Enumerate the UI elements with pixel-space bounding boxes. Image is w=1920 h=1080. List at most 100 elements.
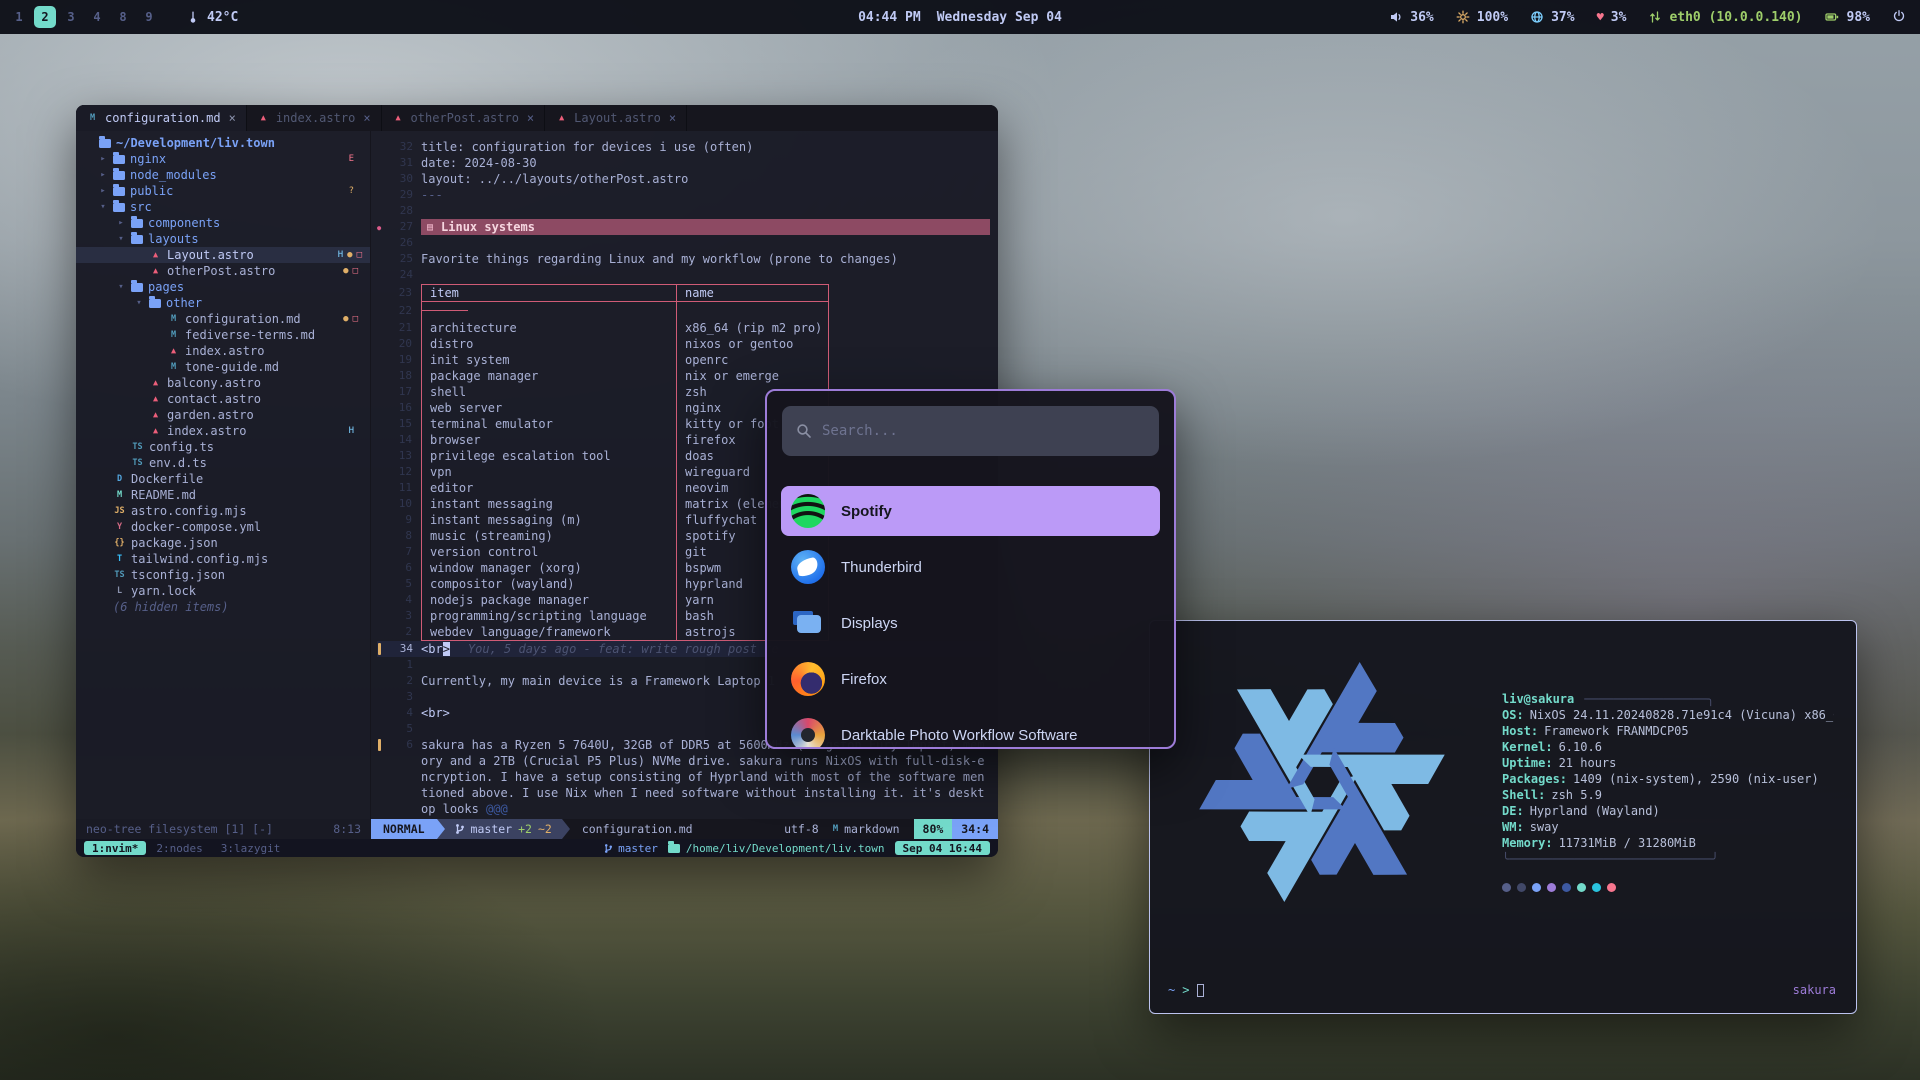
launcher-item[interactable]: Spotify — [781, 486, 1160, 536]
close-icon[interactable]: × — [669, 111, 676, 125]
editor-line[interactable]: 32 title: configuration for devices i us… — [377, 139, 990, 155]
color-dot — [1547, 883, 1556, 892]
launcher-item[interactable]: Firefox — [781, 654, 1160, 704]
tmux-window[interactable]: 3:lazygit — [213, 841, 289, 855]
buffer-tab[interactable]: ▲ Layout.astro × — [545, 105, 687, 131]
app-icon — [791, 606, 825, 640]
buffer-tab[interactable]: ▲ otherPost.astro × — [382, 105, 546, 131]
git-branch-icon — [455, 823, 465, 835]
tree-item[interactable]: ▾ layouts — [76, 231, 370, 247]
file-icon — [113, 155, 125, 164]
table-cell-item: architecture — [422, 320, 676, 336]
git-changed-count: ~2 — [538, 822, 552, 836]
tree-item[interactable]: TS env.d.ts — [76, 455, 370, 471]
table-cell-item: compositor (wayland) — [422, 576, 676, 592]
tree-item[interactable]: M README.md — [76, 487, 370, 503]
tree-item[interactable]: L yarn.lock — [76, 583, 370, 599]
editor-line[interactable]: 26 — [377, 235, 990, 251]
tree-item[interactable]: M tone-guide.md — [76, 359, 370, 375]
tree-item[interactable]: TS tsconfig.json — [76, 567, 370, 583]
editor-line[interactable]: 31 date: 2024-08-30 — [377, 155, 990, 171]
table-cell-item: distro — [422, 336, 676, 352]
launcher-item[interactable]: Displays — [781, 598, 1160, 648]
workspace-button[interactable]: 1 — [8, 6, 30, 28]
close-icon[interactable]: × — [363, 111, 370, 125]
workspace-button[interactable]: 3 — [60, 6, 82, 28]
volume-module[interactable]: 36% — [1389, 10, 1433, 25]
filetype-icon: M — [86, 110, 99, 126]
power-button[interactable] — [1892, 6, 1906, 28]
markdown-heading[interactable]: 27 Linux systems — [377, 219, 990, 235]
close-icon[interactable]: × — [229, 111, 236, 125]
table-row: 18 package manager nix or emerge — [422, 368, 828, 384]
tmux-window[interactable]: 2:nodes — [148, 841, 210, 855]
network-module[interactable]: eth0 (10.0.0.140) — [1648, 10, 1802, 25]
shell-prompt[interactable]: ~ > sakura — [1168, 983, 1836, 997]
tree-item[interactable]: ▸ components — [76, 215, 370, 231]
tmux-window[interactable]: 1:nvim* — [84, 841, 146, 855]
chevron-icon: ▸ — [98, 154, 108, 164]
tree-item-label: public — [130, 184, 173, 198]
tree-item[interactable]: ▸ nginx E — [76, 151, 370, 167]
table-cell-item: browser — [422, 432, 676, 448]
table-cell-item: window manager (xorg) — [422, 560, 676, 576]
heading-icon — [427, 218, 433, 236]
editor-paragraph[interactable]: 6 sakura has a Ryzen 5 7640U, 32GB of DD… — [377, 737, 990, 817]
buffer-tab[interactable]: M configuration.md × — [76, 105, 247, 131]
file-icon: JS — [113, 503, 126, 519]
tree-item[interactable]: ▲ balcony.astro — [76, 375, 370, 391]
tree-item[interactable]: ▲ garden.astro — [76, 407, 370, 423]
editor-line[interactable]: 25 Favorite things regarding Linux and m… — [377, 251, 990, 267]
workspace-button[interactable]: 2 — [34, 6, 56, 28]
tree-item[interactable]: M configuration.md ● □ — [76, 311, 370, 327]
tree-item[interactable]: ▲ index.astro — [76, 343, 370, 359]
workspace-button[interactable]: 8 — [112, 6, 134, 28]
launcher-item[interactable]: Darktable Photo Workflow Software — [781, 710, 1160, 749]
fetch-info-line: DE:Hyprland (Wayland) — [1502, 803, 1834, 819]
file-icon: ▲ — [167, 343, 180, 359]
tree-item[interactable]: ▾ pages — [76, 279, 370, 295]
file-icon — [113, 187, 125, 196]
tree-item[interactable]: ▸ node_modules — [76, 167, 370, 183]
tree-item[interactable]: {} package.json — [76, 535, 370, 551]
workspace-button[interactable]: 9 — [138, 6, 160, 28]
tree-item[interactable]: M fediverse-terms.md — [76, 327, 370, 343]
launcher-item[interactable]: Thunderbird — [781, 542, 1160, 592]
tree-item-label: contact.astro — [167, 392, 261, 406]
tree-item[interactable]: ▸ public ? — [76, 183, 370, 199]
table-cell-item: nodejs package manager — [422, 592, 676, 608]
tree-item[interactable]: ▾ other — [76, 295, 370, 311]
tree-item[interactable]: JS astro.config.mjs — [76, 503, 370, 519]
tree-item[interactable]: TS config.ts — [76, 439, 370, 455]
buffer-tab-label: configuration.md — [105, 111, 221, 125]
color-dot — [1502, 883, 1511, 892]
editor-line[interactable]: 30 layout: ../../layouts/otherPost.astro — [377, 171, 990, 187]
search-input[interactable] — [822, 423, 1145, 439]
buffer-tab[interactable]: ▲ index.astro × — [247, 105, 382, 131]
color-dot — [1532, 883, 1541, 892]
table-header-row: 23 item name — [422, 285, 828, 302]
thermometer-icon — [186, 10, 200, 24]
table-cell-item: privilege escalation tool — [422, 448, 676, 464]
close-icon[interactable]: × — [527, 111, 534, 125]
tree-item[interactable]: ▲ index.astro H — [76, 423, 370, 439]
editor-line[interactable]: 29 --- — [377, 187, 990, 203]
tree-item[interactable]: ▲ contact.astro — [76, 391, 370, 407]
table-col-item: item — [422, 285, 676, 301]
git-added-count: +2 — [518, 822, 532, 836]
editor-line[interactable]: 24 — [377, 267, 990, 283]
temperature-value: 42°C — [207, 10, 238, 25]
tree-item[interactable]: ▲ otherPost.astro ● □ — [76, 263, 370, 279]
workspace-button[interactable]: 4 — [86, 6, 108, 28]
tree-item-label: nginx — [130, 152, 166, 166]
tree-item[interactable]: ~/Development/liv.town — [76, 135, 370, 151]
prompt-symbol: > — [1182, 983, 1189, 997]
tree-item[interactable]: ▲ Layout.astro H ● □ — [76, 247, 370, 263]
tree-item[interactable]: ▾ src — [76, 199, 370, 215]
editor-line[interactable]: 28 — [377, 203, 990, 219]
tree-item[interactable]: D Dockerfile — [76, 471, 370, 487]
file-icon: {} — [113, 535, 126, 551]
tree-item[interactable]: Y docker-compose.yml — [76, 519, 370, 535]
tree-item[interactable]: (6 hidden items) — [76, 599, 370, 615]
tree-item[interactable]: T tailwind.config.mjs — [76, 551, 370, 567]
